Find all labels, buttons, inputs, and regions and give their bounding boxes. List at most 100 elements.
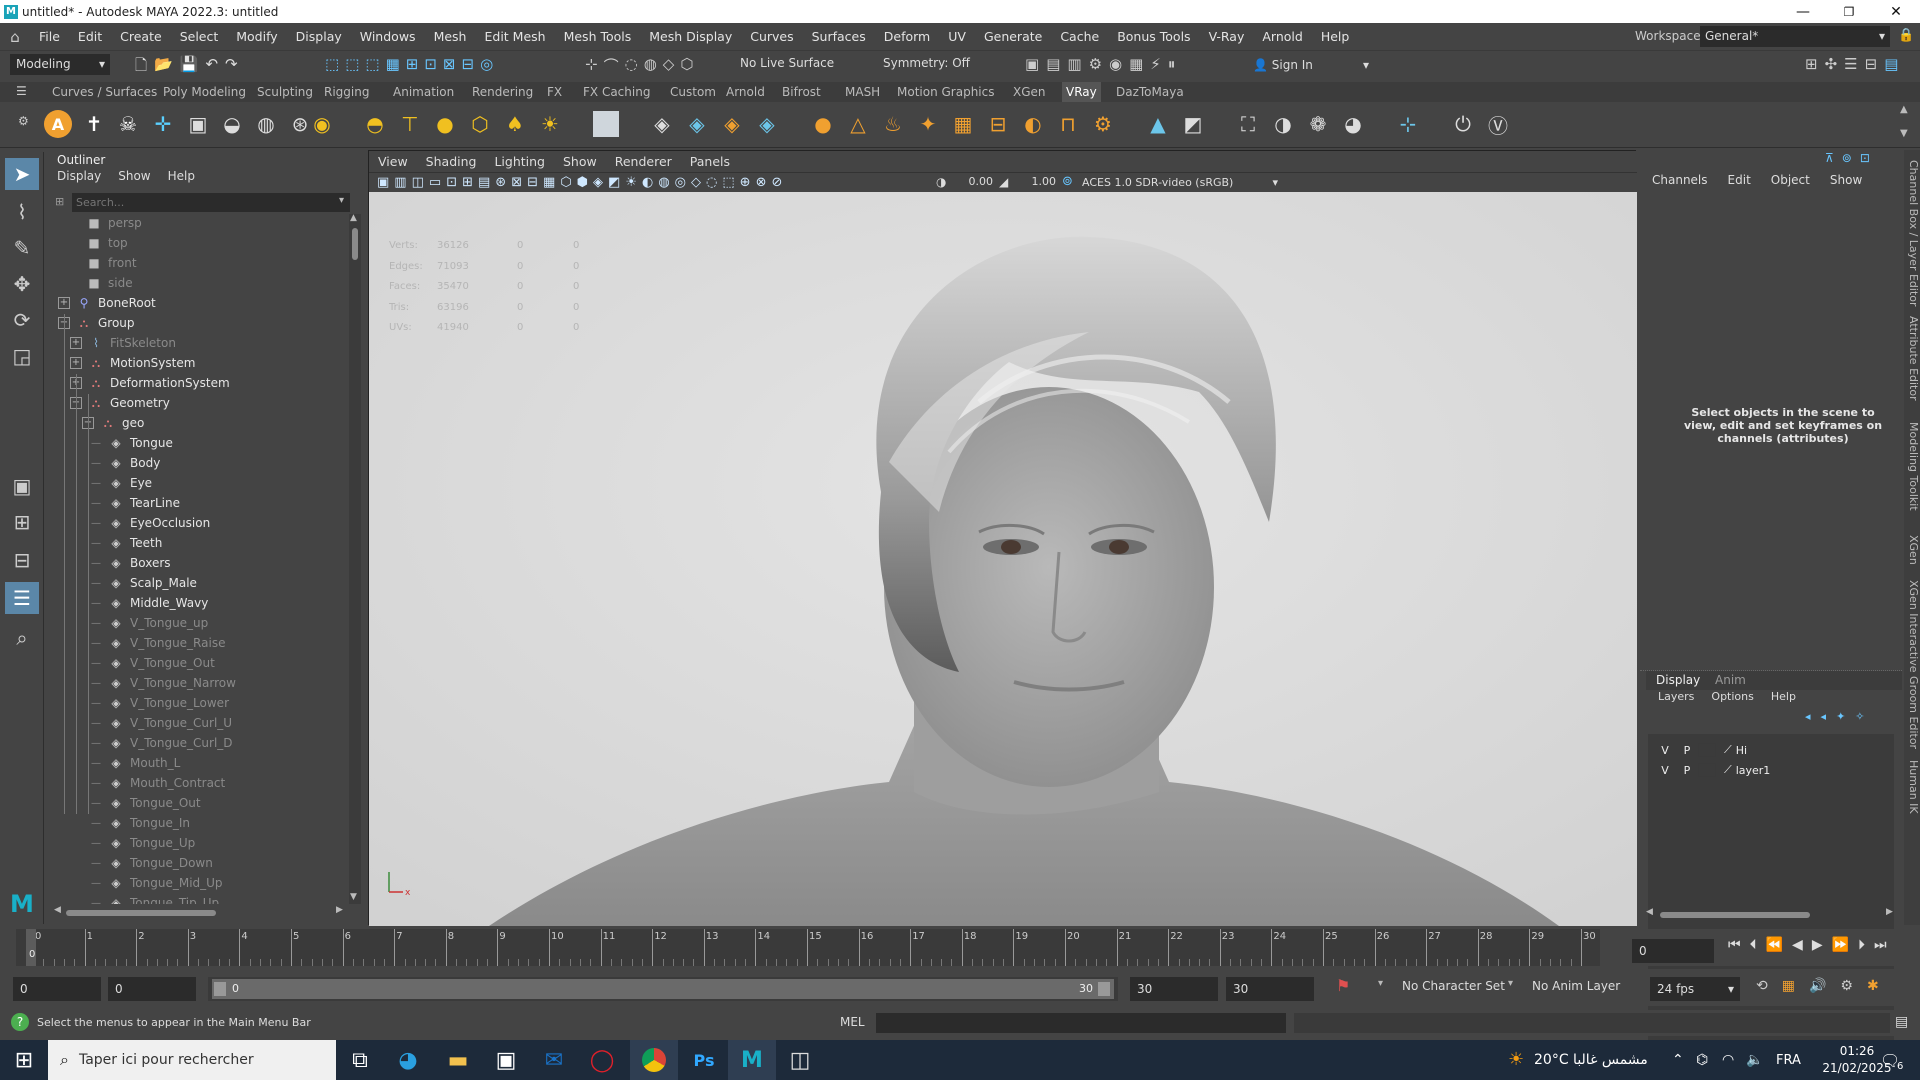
outliner-hscrollbar[interactable]: ◀ ▶ bbox=[54, 905, 346, 918]
color-space-select[interactable]: ACES 1.0 SDR-video (sRGB) ▾ bbox=[1078, 174, 1278, 192]
vray-sample-icon[interactable]: ✦ bbox=[912, 108, 944, 140]
new-layer-selected-icon[interactable]: ✧ bbox=[1855, 710, 1864, 723]
shadows-icon[interactable]: ◐ bbox=[642, 175, 653, 190]
outliner-layout-icon[interactable]: ☰ bbox=[5, 582, 39, 614]
shelf-tab-rigging[interactable]: Rigging bbox=[320, 82, 373, 102]
end-time-field[interactable]: 30 bbox=[1226, 977, 1314, 1001]
snap-to-view-icon[interactable]: ◇ bbox=[663, 55, 675, 76]
select-object-icon[interactable]: ⬚ bbox=[345, 55, 359, 73]
outliner-item[interactable]: — ◈ V_Tongue_Raise bbox=[90, 633, 225, 653]
image-plane-icon[interactable]: ▭ bbox=[429, 175, 441, 190]
outliner-item[interactable]: — ◈ Scalp_Male bbox=[90, 573, 197, 593]
menu-mesh-display[interactable]: Mesh Display bbox=[640, 29, 741, 44]
side-tab-xgen[interactable]: XGen bbox=[1904, 535, 1920, 565]
sign-in-button[interactable]: 👤 Sign In ▾ bbox=[1253, 55, 1371, 75]
shelf-tab-custom[interactable]: Custom bbox=[666, 82, 720, 102]
new-layer-icon[interactable]: ✦ bbox=[1836, 710, 1845, 723]
shelf-tab-motion-graphics[interactable]: Motion Graphics bbox=[893, 82, 999, 102]
outliner-scroll-thumb[interactable] bbox=[352, 228, 358, 260]
home-icon[interactable]: ⌂ bbox=[0, 28, 30, 46]
range-handle[interactable]: 0 30 bbox=[212, 979, 1114, 999]
outliner-item[interactable]: ■ persp bbox=[86, 214, 141, 233]
outliner-item[interactable]: −⛬geo bbox=[82, 413, 144, 433]
bookmarks-icon[interactable]: ◫ bbox=[412, 175, 424, 190]
outliner-item[interactable]: ■ side bbox=[86, 273, 132, 293]
live-surface-field[interactable]: No Live Surface bbox=[740, 56, 834, 70]
viewport-menu-lighting[interactable]: Lighting bbox=[485, 154, 554, 169]
anim-layer-field[interactable]: No Anim Layer bbox=[1532, 979, 1620, 993]
outliner-item[interactable]: + ⛬ MotionSystem bbox=[70, 353, 195, 373]
shelf-tab-vray[interactable]: VRay bbox=[1062, 82, 1101, 102]
shelf-tab-poly-modeling[interactable]: Poly Modeling bbox=[159, 82, 250, 102]
pause-icon[interactable]: ⏸ bbox=[1168, 55, 1176, 73]
channel-box-menu-channels[interactable]: Channels bbox=[1652, 173, 1708, 187]
outliner-item[interactable]: — ◈ V_Tongue_up bbox=[90, 613, 208, 633]
attribute-editor-icon[interactable]: ☰ bbox=[1844, 55, 1857, 73]
vray-fur-icon[interactable]: ◈ bbox=[751, 108, 783, 140]
color-management-icon[interactable]: ⊚ bbox=[1062, 174, 1073, 189]
layer-color-icon[interactable]: ⟋ bbox=[1724, 743, 1732, 757]
volume-icon[interactable]: 🔈 bbox=[1746, 1040, 1763, 1080]
open-scene-icon[interactable]: 📂 bbox=[154, 55, 173, 80]
save-scene-icon[interactable]: 💾 bbox=[180, 55, 199, 80]
side-tab-channel-box-layer-editor[interactable]: Channel Box / Layer Editor bbox=[1904, 160, 1920, 307]
app-taskbar-icon[interactable]: ◫ bbox=[776, 1040, 824, 1080]
shelf-tab-daztomaya[interactable]: DazToMaya bbox=[1112, 82, 1188, 102]
outliner-item[interactable]: — ◈ TearLine bbox=[90, 493, 180, 513]
shelf-tab-bifrost[interactable]: Bifrost bbox=[778, 82, 825, 102]
menu-arnold[interactable]: Arnold bbox=[1253, 29, 1311, 44]
taskbar-search[interactable]: ⌕ Taper ici pour rechercher bbox=[48, 1040, 336, 1080]
menu-mesh[interactable]: Mesh bbox=[425, 29, 476, 44]
vray-mtl-icon[interactable]: ● bbox=[807, 108, 839, 140]
light-tool-icon[interactable]: ✝ bbox=[78, 108, 110, 140]
expand-icon[interactable]: + bbox=[70, 357, 82, 369]
vray-multi-icon[interactable]: ❁ bbox=[1302, 108, 1334, 140]
snap-to-grid-icon[interactable]: ⊹ bbox=[585, 55, 598, 76]
vray-settings-icon[interactable]: ⚙ bbox=[1087, 108, 1119, 140]
search-chevron-icon[interactable]: ▾ bbox=[339, 195, 344, 206]
shelf-menu-icon[interactable]: ☰ bbox=[16, 84, 27, 98]
motion-blur-icon[interactable]: ◎ bbox=[675, 175, 686, 190]
render-frame-icon[interactable]: ▤ bbox=[1046, 55, 1060, 73]
menu-cache[interactable]: Cache bbox=[1051, 29, 1108, 44]
edge-icon[interactable]: ◕ bbox=[384, 1040, 432, 1080]
layer-hscroll-thumb[interactable] bbox=[1660, 912, 1810, 918]
outliner-search-input[interactable] bbox=[72, 193, 350, 212]
vray-displacement-icon[interactable]: △ bbox=[842, 108, 874, 140]
outliner-item[interactable]: — ◈ V_Tongue_Curl_U bbox=[90, 713, 232, 733]
outliner-item[interactable]: — ◈ Tongue_Tip_Up bbox=[90, 893, 219, 904]
gamma-icon[interactable]: ◢ bbox=[999, 175, 1008, 189]
four-view-icon[interactable]: ⊞ bbox=[5, 506, 39, 538]
undo-icon[interactable]: ↶ bbox=[205, 55, 218, 80]
cube-icon[interactable]: ▣ bbox=[182, 108, 214, 140]
expand-icon[interactable]: + bbox=[58, 297, 70, 309]
outliner-item[interactable]: — ◈ Mouth_L bbox=[90, 753, 180, 773]
shelf-scroll-up-icon[interactable]: ▲ bbox=[1900, 104, 1908, 115]
vray-render-icon[interactable]: ▦ bbox=[1129, 55, 1143, 73]
safe-action-icon[interactable]: ⊠ bbox=[511, 175, 522, 190]
maximize-icon[interactable]: ❐ bbox=[1826, 0, 1872, 23]
outliner-item[interactable]: — ◈ Tongue_Out bbox=[90, 793, 201, 813]
side-tab-modeling-toolkit[interactable]: Modeling Toolkit bbox=[1904, 422, 1920, 511]
viewport-3d[interactable]: x Verts: 36126 0 0 Edges: 71093 0 0 Faces: 35470 0… bbox=[369, 192, 1637, 926]
snap-to-projected-icon[interactable]: ◍ bbox=[644, 55, 657, 76]
vray-sphere-light-icon[interactable]: ● bbox=[429, 108, 461, 140]
menu-windows[interactable]: Windows bbox=[351, 29, 425, 44]
layer-menu-help[interactable]: Help bbox=[1771, 690, 1796, 703]
smooth-shade-icon[interactable]: ⬢ bbox=[577, 175, 588, 190]
tab-anim[interactable]: Anim bbox=[1715, 673, 1746, 687]
menu-display[interactable]: Display bbox=[287, 29, 351, 44]
transform-icon[interactable]: ✛ bbox=[147, 108, 179, 140]
sphere-icon[interactable]: ◍ bbox=[250, 108, 282, 140]
single-view-icon[interactable]: ▣ bbox=[5, 470, 39, 502]
side-tab-human-ik[interactable]: Human IK bbox=[1904, 760, 1920, 814]
outlook-icon[interactable]: ✉ bbox=[530, 1040, 578, 1080]
vray-logo-icon[interactable]: Ⓥ bbox=[1482, 108, 1514, 140]
menu-set-select[interactable]: Modeling ▾ bbox=[10, 54, 110, 75]
outliner-menu-display[interactable]: Display bbox=[57, 169, 101, 183]
skull-icon[interactable]: ☠ bbox=[112, 108, 144, 140]
time-slider-track[interactable]: 0 1 2 3 4 5 6 7 8 9 10 11 12 13 14 15 16 17 18 19 20 21 22 23 24… bbox=[16, 929, 1600, 966]
task-view-icon[interactable]: ⧉ bbox=[336, 1040, 384, 1080]
outliner-item[interactable]: — ◈ V_Tongue_Lower bbox=[90, 693, 229, 713]
layer-type-toggle[interactable] bbox=[1698, 743, 1716, 757]
